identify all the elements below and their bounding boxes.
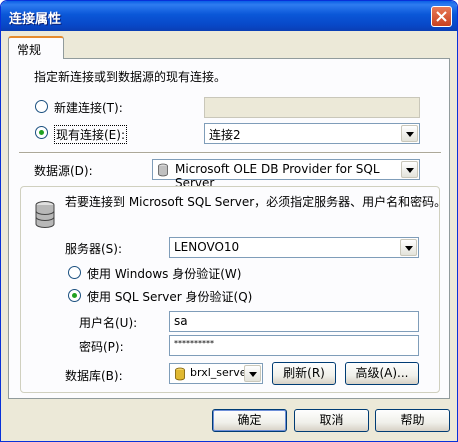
- database-value: brxl_server: [190, 366, 252, 379]
- existing-connection-label: 现有连接(E):: [54, 125, 127, 144]
- database-icon: [158, 163, 168, 177]
- database-label: 数据库(B):: [65, 369, 123, 383]
- server-select[interactable]: LENOVO10: [169, 237, 419, 258]
- database-icon: [175, 367, 185, 381]
- sql-auth-radio[interactable]: [68, 289, 81, 302]
- help-button[interactable]: 帮助: [375, 409, 450, 432]
- advanced-button[interactable]: 高级(A)...: [345, 362, 419, 385]
- username-value: sa: [174, 314, 188, 328]
- existing-connection-value: 连接2: [209, 128, 241, 142]
- database-select[interactable]: brxl_server: [169, 363, 263, 384]
- password-label: 密码(P):: [79, 340, 124, 354]
- close-icon: [436, 11, 447, 22]
- password-field[interactable]: **********: [169, 335, 419, 356]
- username-label: 用户名(U):: [79, 316, 138, 330]
- chevron-down-icon[interactable]: [401, 125, 418, 142]
- sql-auth-label: 使用 SQL Server 身份验证(Q): [87, 290, 253, 304]
- tab-general-label: 常规: [17, 43, 42, 57]
- refresh-button[interactable]: 刷新(R): [272, 362, 336, 385]
- windows-auth-radio[interactable]: [68, 266, 81, 279]
- existing-connection-select[interactable]: 连接2: [204, 123, 420, 144]
- windows-auth-label: 使用 Windows 身份验证(W): [87, 267, 242, 281]
- data-source-label: 数据源(D):: [34, 164, 93, 178]
- chevron-down-icon[interactable]: [244, 365, 261, 382]
- title-bar[interactable]: 连接属性: [1, 1, 457, 31]
- ok-button[interactable]: 确定: [212, 409, 287, 432]
- instruction-text: 指定新连接或到数据源的现有连接。: [34, 70, 227, 84]
- chevron-down-icon[interactable]: [400, 239, 417, 256]
- existing-connection-radio[interactable]: [35, 126, 48, 139]
- username-field[interactable]: sa: [169, 311, 419, 332]
- password-value: **********: [174, 339, 214, 348]
- data-source-select[interactable]: Microsoft OLE DB Provider for SQL Server: [152, 159, 420, 190]
- sql-server-group: 若要连接到 Microsoft SQL Server，必须指定服务器、用户名和密…: [20, 186, 446, 393]
- tab-general[interactable]: 常规: [8, 36, 64, 59]
- chevron-down-icon[interactable]: [401, 161, 418, 178]
- separator: [19, 152, 441, 154]
- new-connection-label: 新建连接(T):: [54, 101, 123, 115]
- cancel-button[interactable]: 取消: [294, 409, 369, 432]
- server-value: LENOVO10: [174, 240, 240, 254]
- server-database-icon: [35, 201, 55, 228]
- new-connection-field[interactable]: [204, 97, 420, 118]
- sql-server-note: 若要连接到 Microsoft SQL Server，必须指定服务器、用户名和密…: [65, 195, 447, 209]
- general-panel: 指定新连接或到数据源的现有连接。 新建连接(T): 现有连接(E): 连接2 数…: [8, 58, 450, 399]
- close-button[interactable]: [431, 6, 452, 27]
- server-label: 服务器(S):: [65, 242, 123, 256]
- window-title: 连接属性: [9, 12, 62, 27]
- new-connection-radio[interactable]: [35, 100, 48, 113]
- connection-properties-dialog: 连接属性 常规 指定新连接或到数据源的现有连接。 新建连接(T): 现有连接(E…: [0, 0, 458, 442]
